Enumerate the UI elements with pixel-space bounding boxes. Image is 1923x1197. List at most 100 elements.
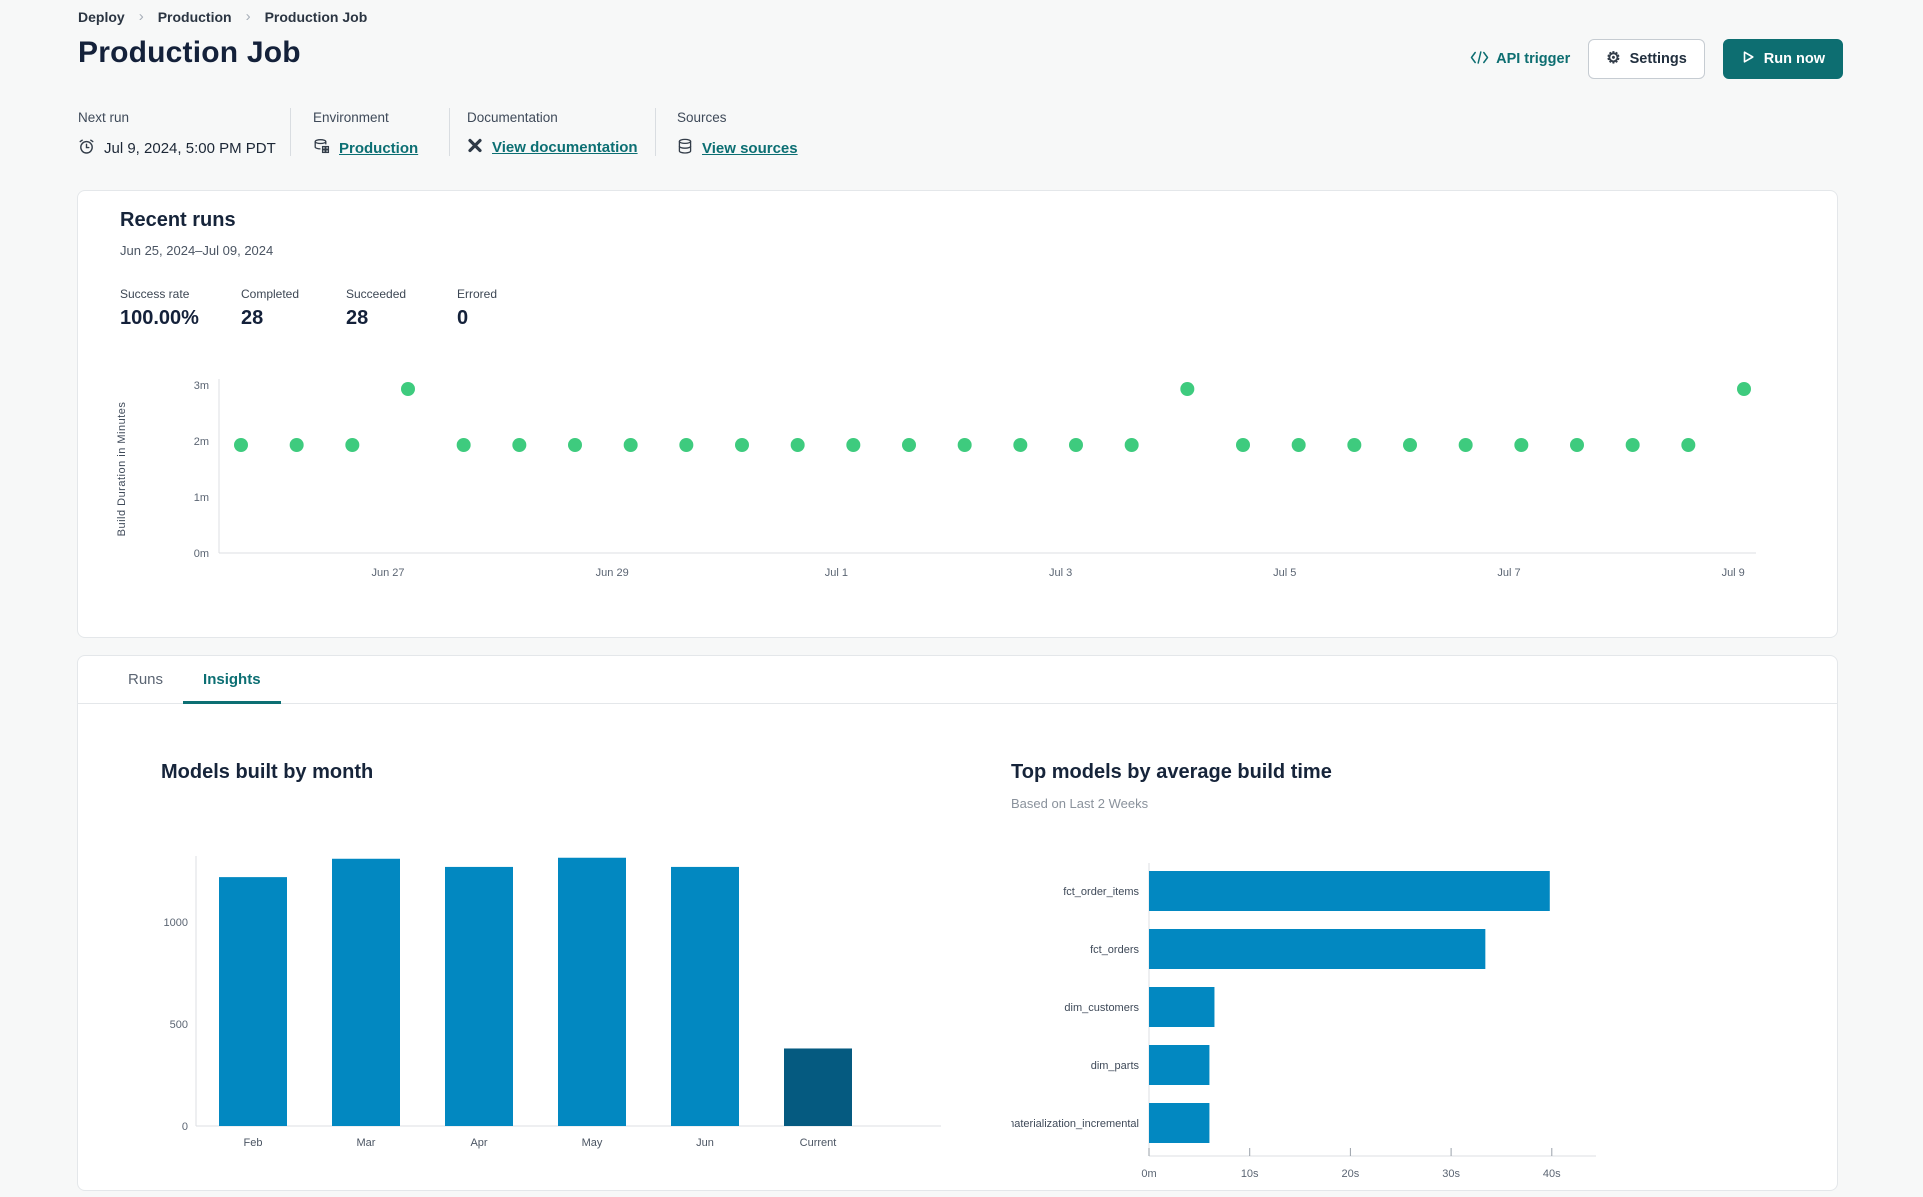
run-dot (289, 438, 304, 452)
run-dot (1458, 438, 1473, 452)
run-dot (790, 438, 805, 452)
next-run-label: Next run (78, 110, 130, 125)
info-documentation: Documentation View documentation (467, 110, 638, 157)
divider (290, 108, 291, 156)
models-by-month-chart: 0 500 1000 Feb Mar Apr May Jun Current (164, 856, 941, 1149)
svg-text:May: May (582, 1137, 603, 1149)
run-dot (623, 438, 638, 452)
run-dot (846, 438, 861, 452)
code-icon (1470, 50, 1489, 68)
header-actions: API trigger ⚙ Settings Run now (1470, 38, 1843, 80)
run-dot (1625, 438, 1640, 452)
svg-text:0m: 0m (1141, 1168, 1156, 1180)
run-dot (1124, 438, 1139, 452)
run-dot (1570, 438, 1584, 452)
svg-text:Feb: Feb (244, 1137, 263, 1149)
run-dot (345, 438, 360, 452)
settings-label: Settings (1629, 51, 1687, 67)
model-bar (1149, 987, 1215, 1027)
svg-text:0m: 0m (194, 548, 209, 560)
run-dot (735, 438, 749, 452)
breadcrumb-item-current: Production Job (264, 8, 368, 25)
view-sources-link[interactable]: View sources (702, 140, 798, 157)
tab-runs[interactable]: Runs (108, 656, 183, 703)
month-bar (219, 877, 287, 1126)
svg-text:2m: 2m (194, 436, 209, 448)
run-now-label: Run now (1763, 51, 1825, 67)
svg-text:Jul 1: Jul 1 (825, 567, 848, 579)
svg-text:30s: 30s (1442, 1168, 1460, 1180)
run-dot (957, 438, 972, 452)
run-dot (512, 438, 527, 452)
recent-runs-card: Recent runs Jun 25, 2024–Jul 09, 2024 Su… (77, 190, 1838, 638)
month-bar (558, 857, 626, 1126)
run-dot (1180, 382, 1195, 396)
run-dot (401, 382, 415, 396)
run-dot (1403, 438, 1417, 452)
breadcrumb-item-deploy[interactable]: Deploy (78, 9, 125, 25)
build-time-chart: 0m 10s 20s 30s 40s fct_order_items fct_ordersd… (1011, 863, 1596, 1180)
model-bar (1149, 929, 1486, 969)
stat-succeeded: Succeeded 28 (346, 287, 407, 329)
environment-link[interactable]: Production (339, 140, 418, 157)
info-sources: Sources View sources (677, 110, 798, 159)
svg-text:1m: 1m (194, 492, 209, 504)
svg-text:Jul 9: Jul 9 (1722, 567, 1745, 579)
top-models-subtitle: Based on Last 2 Weeks (1011, 796, 1149, 811)
environment-stack-icon (313, 138, 330, 159)
svg-text:dim_parts: dim_parts (1091, 1060, 1140, 1072)
run-dot (1514, 438, 1529, 452)
svg-text:Jun: Jun (696, 1137, 714, 1149)
info-environment: Environment Production (313, 110, 418, 159)
page-title: Production Job (78, 36, 301, 69)
svg-text:0: 0 (182, 1121, 188, 1133)
svg-text:3m: 3m (194, 380, 209, 392)
svg-text:materialization_incremental: materialization_incremental (1011, 1118, 1139, 1130)
api-trigger-link[interactable]: API trigger (1470, 50, 1570, 68)
run-dot (568, 438, 582, 452)
breadcrumb-item-production[interactable]: Production (158, 9, 232, 25)
breadcrumb: Deploy › Production › Production Job (78, 8, 367, 25)
svg-text:Jul 5: Jul 5 (1273, 567, 1296, 579)
sources-label: Sources (677, 110, 727, 125)
database-icon (677, 138, 693, 159)
play-icon (1741, 50, 1755, 68)
model-bar (1149, 1103, 1210, 1143)
svg-text:Current: Current (800, 1137, 837, 1149)
settings-button[interactable]: ⚙ Settings (1588, 39, 1705, 79)
svg-text:Jun 29: Jun 29 (596, 567, 629, 579)
dbt-docs-icon (467, 138, 483, 157)
svg-text:Jul 3: Jul 3 (1049, 567, 1072, 579)
gear-icon: ⚙ (1606, 50, 1621, 67)
run-dot (1347, 438, 1362, 452)
svg-text:500: 500 (170, 1019, 188, 1031)
top-models-title: Top models by average build time (1011, 761, 1332, 783)
tab-insights[interactable]: Insights (183, 656, 281, 704)
next-run-value: Jul 9, 2024, 5:00 PM PDT (78, 138, 276, 159)
svg-text:40s: 40s (1543, 1168, 1561, 1180)
run-dot (234, 438, 248, 452)
recent-runs-date-range: Jun 25, 2024–Jul 09, 2024 (120, 243, 274, 258)
run-now-button[interactable]: Run now (1722, 39, 1843, 79)
alarm-clock-icon (78, 138, 95, 159)
run-dot (902, 438, 916, 452)
run-dot (1013, 438, 1028, 452)
run-dot (1236, 438, 1250, 452)
run-dot (1737, 382, 1751, 396)
stat-success-rate: Success rate 100.00% (120, 287, 199, 329)
run-dot (456, 438, 471, 452)
chevron-right-icon: › (245, 8, 251, 25)
stat-errored: Errored 0 (457, 287, 498, 329)
run-dot (1681, 438, 1696, 452)
view-documentation-link[interactable]: View documentation (492, 139, 638, 156)
month-bar (332, 858, 400, 1126)
run-dot (1291, 438, 1306, 452)
model-bar (1149, 1045, 1210, 1085)
run-dot (679, 438, 694, 452)
documentation-label: Documentation (467, 110, 558, 125)
svg-text:Jul 7: Jul 7 (1497, 567, 1520, 579)
chevron-right-icon: › (138, 8, 144, 25)
info-next-run: Next run Jul 9, 2024, 5:00 PM PDT (78, 110, 276, 159)
insights-card: Runs Insights Models built by month Top … (77, 655, 1838, 1191)
divider (449, 108, 450, 156)
